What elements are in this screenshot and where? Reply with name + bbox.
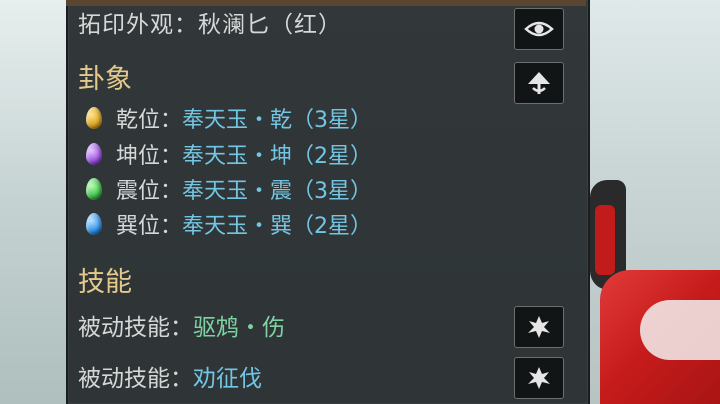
trigram-item-value: 奉天玉・坤（2星） — [182, 144, 373, 169]
gem-icon — [86, 213, 102, 235]
skill-row: 被动技能： 劝征伐 — [78, 361, 262, 392]
appearance-value: 秋澜匕（红） — [198, 12, 342, 38]
trigram-item-kun: 坤位： 奉天玉・坤（2星） — [86, 140, 373, 169]
panel-top-strip — [66, 0, 586, 6]
appearance-row: 拓印外观：秋澜匕（红） — [78, 14, 342, 37]
trigram-item-xun: 巽位： 奉天玉・巽（2星） — [86, 210, 373, 239]
skill-row: 被动技能： 驱鸩・伤 — [78, 310, 285, 341]
burst-icon — [528, 367, 550, 389]
character-ornament — [595, 205, 615, 275]
fan-button[interactable] — [514, 62, 564, 104]
trigram-item-label: 震位： — [116, 179, 183, 204]
skill-value: 驱鸩・伤 — [193, 315, 285, 341]
skill-value: 劝征伐 — [193, 366, 262, 392]
trigram-item-value: 奉天玉・震（3星） — [182, 179, 373, 204]
gem-icon — [86, 178, 102, 200]
eye-icon — [524, 21, 554, 37]
trigram-item-label: 乾位： — [116, 108, 183, 133]
trigram-item-label: 坤位： — [116, 144, 183, 169]
skill-button[interactable] — [514, 357, 564, 399]
appearance-label: 拓印外观： — [78, 12, 198, 38]
gem-icon — [86, 143, 102, 165]
character-sleeve — [640, 300, 720, 360]
trigram-title: 卦象 — [78, 64, 132, 95]
background-left — [0, 0, 70, 404]
trigram-item-label: 巽位： — [116, 214, 183, 239]
trigram-item-value: 奉天玉・巽（2星） — [182, 214, 373, 239]
fan-icon — [528, 72, 550, 94]
gem-icon — [86, 107, 102, 129]
burst-icon — [528, 316, 550, 338]
skill-label: 被动技能： — [78, 315, 193, 341]
skill-label: 被动技能： — [78, 366, 193, 392]
trigram-item-value: 奉天玉・乾（3星） — [182, 108, 373, 133]
trigram-item-zhen: 震位： 奉天玉・震（3星） — [86, 175, 373, 204]
skill-button[interactable] — [514, 306, 564, 348]
skills-title: 技能 — [78, 267, 132, 298]
eye-button[interactable] — [514, 8, 564, 50]
trigram-item-qian: 乾位： 奉天玉・乾（3星） — [86, 104, 373, 133]
